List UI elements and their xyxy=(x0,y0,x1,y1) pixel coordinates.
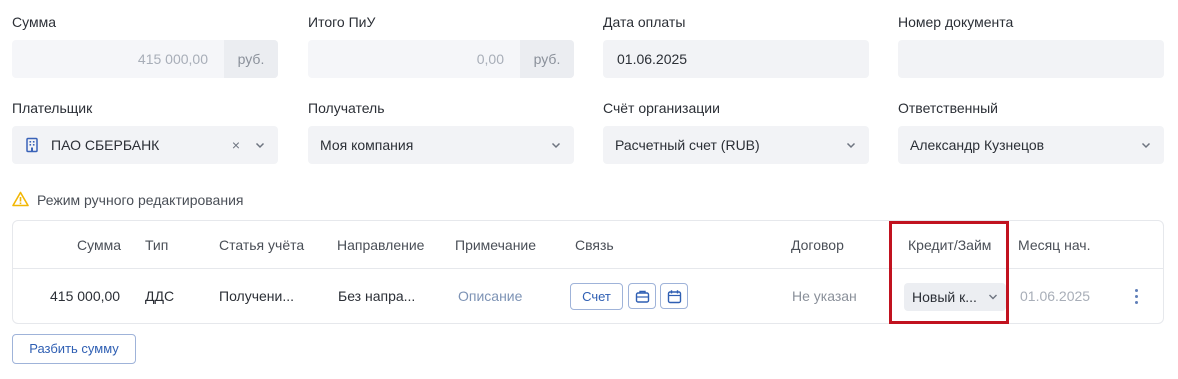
col-month: Месяц нач. xyxy=(1018,237,1091,253)
payer-select[interactable]: ПАО СБЕРБАНК × xyxy=(12,126,278,164)
recipient-select[interactable]: Моя компания xyxy=(308,126,574,164)
org-account-value: Расчетный счет (RUB) xyxy=(615,137,760,153)
briefcase-icon xyxy=(635,290,650,303)
row-note-link[interactable]: Описание xyxy=(458,269,522,324)
responsible-label: Ответственный xyxy=(898,100,998,116)
total-piu-input: 0,00 руб. xyxy=(308,40,574,78)
col-amount: Сумма xyxy=(77,237,121,253)
org-account-select[interactable]: Расчетный счет (RUB) xyxy=(603,126,869,164)
payment-date-input[interactable]: 01.06.2025 xyxy=(603,40,869,78)
more-actions-icon[interactable] xyxy=(1133,288,1141,306)
allocation-table: Сумма Тип Статья учёта Направление Приме… xyxy=(12,220,1164,324)
amount-value: 415 000,00 xyxy=(137,51,208,67)
credit-value: Новый к... xyxy=(912,289,977,305)
col-credit: Кредит/Займ xyxy=(908,237,992,253)
document-number-label: Номер документа xyxy=(898,14,1014,30)
responsible-select[interactable]: Александр Кузнецов xyxy=(898,126,1164,164)
recipient-value: Моя компания xyxy=(320,137,414,153)
payer-value: ПАО СБЕРБАНК xyxy=(51,137,160,153)
responsible-value: Александр Кузнецов xyxy=(910,137,1045,153)
chevron-down-icon[interactable] xyxy=(1140,139,1152,151)
total-piu-value: 0,00 xyxy=(476,51,504,67)
payment-date-label: Дата оплаты xyxy=(603,14,686,30)
warning-icon xyxy=(12,191,29,207)
clear-icon[interactable]: × xyxy=(232,126,240,164)
briefcase-button[interactable] xyxy=(628,283,656,309)
chevron-down-icon xyxy=(989,294,997,300)
row-month[interactable]: 01.06.2025 xyxy=(1020,269,1090,324)
org-account-label: Счёт организации xyxy=(603,100,720,116)
invoice-link-button[interactable]: Счет xyxy=(570,283,623,310)
row-amount: 415 000,00 xyxy=(50,288,121,304)
chevron-down-icon[interactable] xyxy=(254,139,266,151)
row-contract[interactable]: Не указан xyxy=(792,269,857,324)
table-header: Сумма Тип Статья учёта Направление Приме… xyxy=(13,221,1163,269)
col-direction: Направление xyxy=(337,237,425,253)
manual-mode-text: Режим ручного редактирования xyxy=(37,192,244,208)
row-direction[interactable]: Без напра... xyxy=(338,269,415,324)
col-contract: Договор xyxy=(791,237,844,253)
row-type: ДДС xyxy=(145,288,175,304)
amount-unit: руб. xyxy=(224,40,278,78)
amount-input: 415 000,00 руб. xyxy=(12,40,278,78)
total-piu-label: Итого ПиУ xyxy=(308,14,376,30)
credit-select[interactable]: Новый к... xyxy=(904,283,1006,311)
recipient-label: Получатель xyxy=(308,100,385,116)
payment-date-value: 01.06.2025 xyxy=(617,51,688,67)
calendar-button[interactable] xyxy=(660,283,688,309)
document-number-input[interactable] xyxy=(898,40,1164,78)
col-type: Тип xyxy=(145,237,169,253)
chevron-down-icon[interactable] xyxy=(550,139,562,151)
col-note: Примечание xyxy=(455,237,537,253)
col-link: Связь xyxy=(575,237,614,253)
row-article[interactable]: Получени... xyxy=(219,269,294,324)
total-piu-unit: руб. xyxy=(520,40,574,78)
building-icon xyxy=(26,137,38,153)
payer-label: Плательщик xyxy=(12,100,93,116)
split-amount-button[interactable]: Разбить сумму xyxy=(12,334,136,364)
chevron-down-icon[interactable] xyxy=(845,139,857,151)
amount-label: Сумма xyxy=(12,14,56,30)
calendar-icon xyxy=(667,290,682,304)
col-article: Статья учёта xyxy=(219,237,305,253)
